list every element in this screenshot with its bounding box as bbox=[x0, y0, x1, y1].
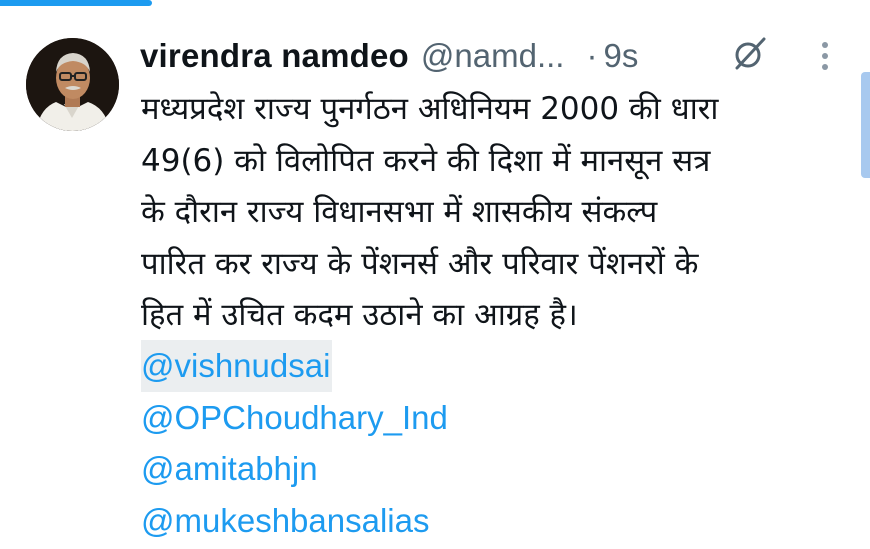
scrollbar[interactable] bbox=[861, 72, 870, 178]
header-separator: · bbox=[586, 37, 598, 74]
mention-list: @vishnudsai @OPChoudhary_Ind @amitabhjn … bbox=[141, 340, 741, 546]
tweet-text-line: मध्यप्रदेश राज्य पुनर्गठन अधिनियम 2000 क… bbox=[141, 91, 719, 127]
mention-link-amitabhjn[interactable]: @amitabhjn bbox=[141, 443, 318, 495]
tweet-text: मध्यप्रदेश राज्य पुनर्गठन अधिनियम 2000 क… bbox=[141, 84, 831, 342]
tweet-text-line: पारित कर राज्य के पेंशनर्स और परिवार पें… bbox=[141, 245, 699, 282]
tweet-timestamp[interactable]: 9s bbox=[603, 37, 638, 75]
loading-progress-bar bbox=[0, 0, 152, 6]
more-vertical-icon[interactable] bbox=[815, 40, 835, 74]
screen: virendra namdeo @namd... · 9s मध्यप्रदेश… bbox=[0, 0, 870, 549]
avatar[interactable] bbox=[26, 38, 119, 131]
grok-icon[interactable] bbox=[733, 36, 767, 70]
author-display-name[interactable]: virendra namdeo bbox=[140, 37, 409, 75]
tweet-text-line: 49(6) को विलोपित करने की दिशा में मानसून… bbox=[141, 142, 711, 179]
tweet-text-line: हित में उचित कदम उठाने का आग्रह है। bbox=[141, 297, 578, 333]
avatar-image bbox=[26, 38, 119, 131]
mention-link-mukeshbansalias[interactable]: @mukeshbansalias bbox=[141, 495, 429, 547]
mention-link-opchoudhary[interactable]: @OPChoudhary_Ind bbox=[141, 392, 448, 444]
author-handle[interactable]: @namd... bbox=[421, 37, 565, 75]
tweet-text-line: के दौरान राज्य विधानसभा में शासकीय संकल्… bbox=[141, 194, 658, 230]
mention-link-vishnudsai[interactable]: @vishnudsai bbox=[141, 340, 333, 392]
